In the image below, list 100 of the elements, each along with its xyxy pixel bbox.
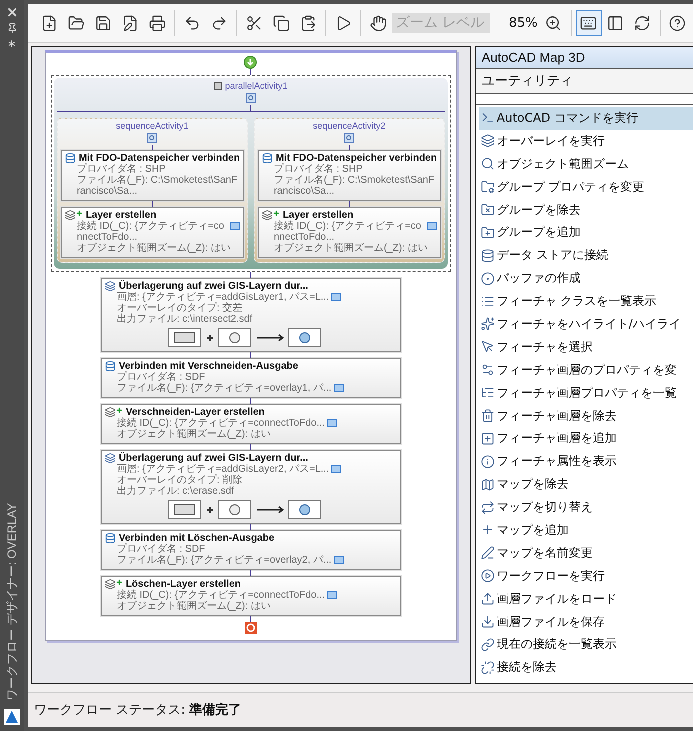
collapse-icon[interactable] <box>214 82 222 90</box>
paste-icon <box>300 14 316 32</box>
new-workflow-icon <box>40 14 58 32</box>
activity-property: オブジェクト範囲ズーム(_Z): はい <box>116 429 271 440</box>
status-label: ワークフロー ステータス: <box>34 702 186 719</box>
activity-list-item[interactable]: グループを除去 <box>478 198 693 222</box>
activity-property: ファイル名(_F): C:\Smoketest\SanFrancisco\Sa... <box>274 175 436 197</box>
repeat-icon <box>480 500 495 515</box>
cut-icon <box>246 14 262 32</box>
activity-property: プロバイダ名 : SHP <box>76 164 166 175</box>
square-plus-icon <box>480 432 495 446</box>
search-icon <box>480 157 495 172</box>
browse-button[interactable] <box>331 293 342 301</box>
activity-card[interactable]: Verschneiden-Layer erstellen 接続 ID(_C): {アクティビティ=connectToFdo... オブジェクト範囲ズーム(_Z): はい <box>100 404 401 444</box>
database-icon <box>104 361 116 372</box>
plus-icon <box>480 523 495 538</box>
browse-button[interactable] <box>426 222 437 230</box>
layers-icon <box>480 134 495 148</box>
panel-category[interactable]: ユーティリティ <box>476 69 693 94</box>
activity-list-item[interactable]: AutoCAD コマンドを実行 <box>478 107 693 130</box>
app-logo[interactable] <box>4 709 20 725</box>
browse-button[interactable] <box>334 384 344 392</box>
activity-property: 接続 ID(_C): {アクティビティ=connectToFdo... <box>116 418 326 429</box>
activity-list-item[interactable]: マップを切り替え <box>478 496 693 520</box>
activity-card[interactable]: Layer erstellen 接続 ID(_C): {アクティビティ=connectToFdo... オブジェクト範囲ズーム(_Z): はい <box>60 207 244 258</box>
activity-list-item[interactable]: マップを除去 <box>478 473 693 496</box>
activity-list-item[interactable]: 画層ファイルを保存 <box>478 610 693 634</box>
activity-list-item[interactable]: マップを名前変更 <box>478 542 693 565</box>
layer-add-icon <box>64 210 83 221</box>
activity-list-item[interactable]: データ ストアに接続 <box>478 244 693 268</box>
activity-list-item[interactable]: バッファの作成 <box>478 267 693 290</box>
keyboard-button[interactable] <box>576 10 602 36</box>
edit-file-icon <box>122 14 138 32</box>
activity-title: Überlagerung auf zwei GIS-Layern dur... <box>118 281 308 292</box>
activity-list-item[interactable]: オーバーレイを実行 <box>478 130 693 153</box>
activity-list-item[interactable]: グループ プロパティを変更 <box>478 176 693 199</box>
activity-title: Löschen-Layer erstellen <box>126 579 241 590</box>
activity-card[interactable]: Layer erstellen 接続 ID(_C): {アクティビティ=connectToFdo... オブジェクト範囲ズーム(_Z): はい <box>258 207 441 258</box>
browse-button[interactable] <box>334 556 344 564</box>
sequence-title: sequenceActivity1 <box>116 121 189 131</box>
terminal-icon <box>480 111 495 126</box>
activity-property: プロバイダ名 : SDF <box>116 372 206 383</box>
activity-title: Layer erstellen <box>86 210 157 221</box>
activity-card[interactable]: Überlagerung auf zwei GIS-Layern dur... 画層: {アクティビティ=addGisLayer1, パス=L... オーバーレイのタイプ: 交差 出力ファイル: c:\intersect2.sdf <box>100 278 401 352</box>
folder-add-icon <box>480 226 495 240</box>
activity-list-item[interactable]: フィーチャ画層プロパティを一覧 <box>478 382 693 405</box>
parallel-title: parallelActivity1 <box>225 81 288 91</box>
activity-card[interactable]: Löschen-Layer erstellen 接続 ID(_C): {アクティビティ=connectToFdo... オブジェクト範囲ズーム(_Z): はい <box>100 576 401 616</box>
sequence-activity[interactable]: sequenceActivity2 Mit FDO-Datenspeicher verbinden プロバイダ名 : SHP ファイル名(_F): C:\Smoketest\SanFrancisco\Sa... Layer erstellen 接続 ID(_C): {アクティビティ=connectToFdo... オブジェクト範囲ズーム(_Z): はい <box>254 118 445 263</box>
info-icon <box>480 454 495 469</box>
activity-list-item[interactable]: フィーチャ画層のプロパティを変 <box>478 358 693 382</box>
activity-list-item[interactable]: ワークフローを実行 <box>478 564 693 588</box>
activity-list-item[interactable]: 接続を除去 <box>478 656 693 680</box>
start-icon <box>244 56 258 69</box>
activity-property: オブジェクト範囲ズーム(_Z): はい <box>76 243 231 254</box>
activity-property: オーバーレイのタイプ: 削除 <box>116 475 243 486</box>
activity-property: 接続 ID(_C): {アクティビティ=connectToFdo... <box>116 590 326 601</box>
copy-icon <box>272 14 290 32</box>
sequence-icon <box>147 133 158 143</box>
activity-list-item[interactable]: フィーチャをハイライト/ハイライ <box>478 313 693 336</box>
activity-list-item[interactable]: フィーチャ属性を表示 <box>478 450 693 474</box>
folder-remove-icon <box>480 203 495 217</box>
activity-list-item[interactable]: フィーチャ画層を追加 <box>478 427 693 450</box>
activity-title: Mit FDO-Datenspeicher verbinden <box>276 153 438 164</box>
save-icon <box>94 14 112 32</box>
target-icon <box>480 272 495 286</box>
browse-button[interactable] <box>327 419 338 427</box>
activity-card[interactable]: Überlagerung auf zwei GIS-Layern dur... 画層: {アクティビティ=addGisLayer2, パス=L... オーバーレイのタイプ: 削除 出力ファイル: c:\erase.sdf <box>100 450 401 524</box>
database-icon <box>64 153 76 164</box>
activity-property: 画層: {アクティビティ=addGisLayer1, パス=L... <box>116 292 330 303</box>
activity-property: 接続 ID(_C): {アクティビティ=connectToFdo... <box>76 221 226 243</box>
sequence-icon <box>344 133 354 143</box>
close-icon[interactable] <box>6 6 18 19</box>
browse-button[interactable] <box>331 465 342 473</box>
activity-property: オブジェクト範囲ズーム(_Z): はい <box>274 243 428 254</box>
sliders-icon <box>480 363 495 378</box>
sequence-title: sequenceActivity2 <box>313 121 386 131</box>
activity-list-item[interactable]: フィーチャ クラスを一覧表示 <box>478 290 693 314</box>
activity-card[interactable]: Verbinden mit Löschen-Ausgabe プロバイダ名 : SDF ファイル名(_F): {アクティビティ=overlay2, パ... <box>100 530 401 570</box>
activity-list-item[interactable]: フィーチャを選択 <box>478 336 693 359</box>
pin-icon[interactable] <box>6 23 18 34</box>
help-icon <box>669 14 686 32</box>
sequence-activity[interactable]: sequenceActivity1 Mit FDO-Datenspeicher verbinden プロバイダ名 : SHP ファイル名(_F): C:\Smoketest\SanFrancisco\Sa... Layer erstellen 接続 ID(_C): {アクティビティ=connectToFdo... オブジェクト範囲ズーム(_Z): はい <box>56 118 248 263</box>
asterisk-icon[interactable] <box>6 38 18 50</box>
activity-card[interactable]: Verbinden mit Verschneiden-Ausgabe プロバイダ名 : SDF ファイル名(_F): {アクティビティ=overlay1, パ... <box>100 358 401 398</box>
activity-card[interactable]: Mit FDO-Datenspeicher verbinden プロバイダ名 : SHP ファイル名(_F): C:\Smoketest\SanFrancisco\Sa... <box>60 150 244 201</box>
activity-property: オーバーレイのタイプ: 交差 <box>116 303 243 314</box>
activity-card[interactable]: Mit FDO-Datenspeicher verbinden プロバイダ名 : SHP ファイル名(_F): C:\Smoketest\SanFrancisco\Sa... <box>258 150 441 201</box>
tree-list-icon <box>480 386 495 400</box>
activity-list-item[interactable]: 現在の接続を一覧表示 <box>478 633 693 656</box>
pen-icon <box>480 546 495 560</box>
activity-list-item[interactable]: 画層ファイルをロード <box>478 588 693 611</box>
browse-button[interactable] <box>230 222 240 230</box>
browse-button[interactable] <box>327 591 338 599</box>
activity-list-item[interactable]: フィーチャ画層を除去 <box>478 404 693 428</box>
panel-header: AutoCAD Map 3D <box>476 47 693 69</box>
activity-list-item[interactable]: マップを追加 <box>478 519 693 542</box>
open-folder-icon <box>68 14 84 32</box>
activity-list-item[interactable]: グループを追加 <box>478 221 693 244</box>
activity-list-item[interactable]: オブジェクト範囲ズーム <box>478 152 693 176</box>
